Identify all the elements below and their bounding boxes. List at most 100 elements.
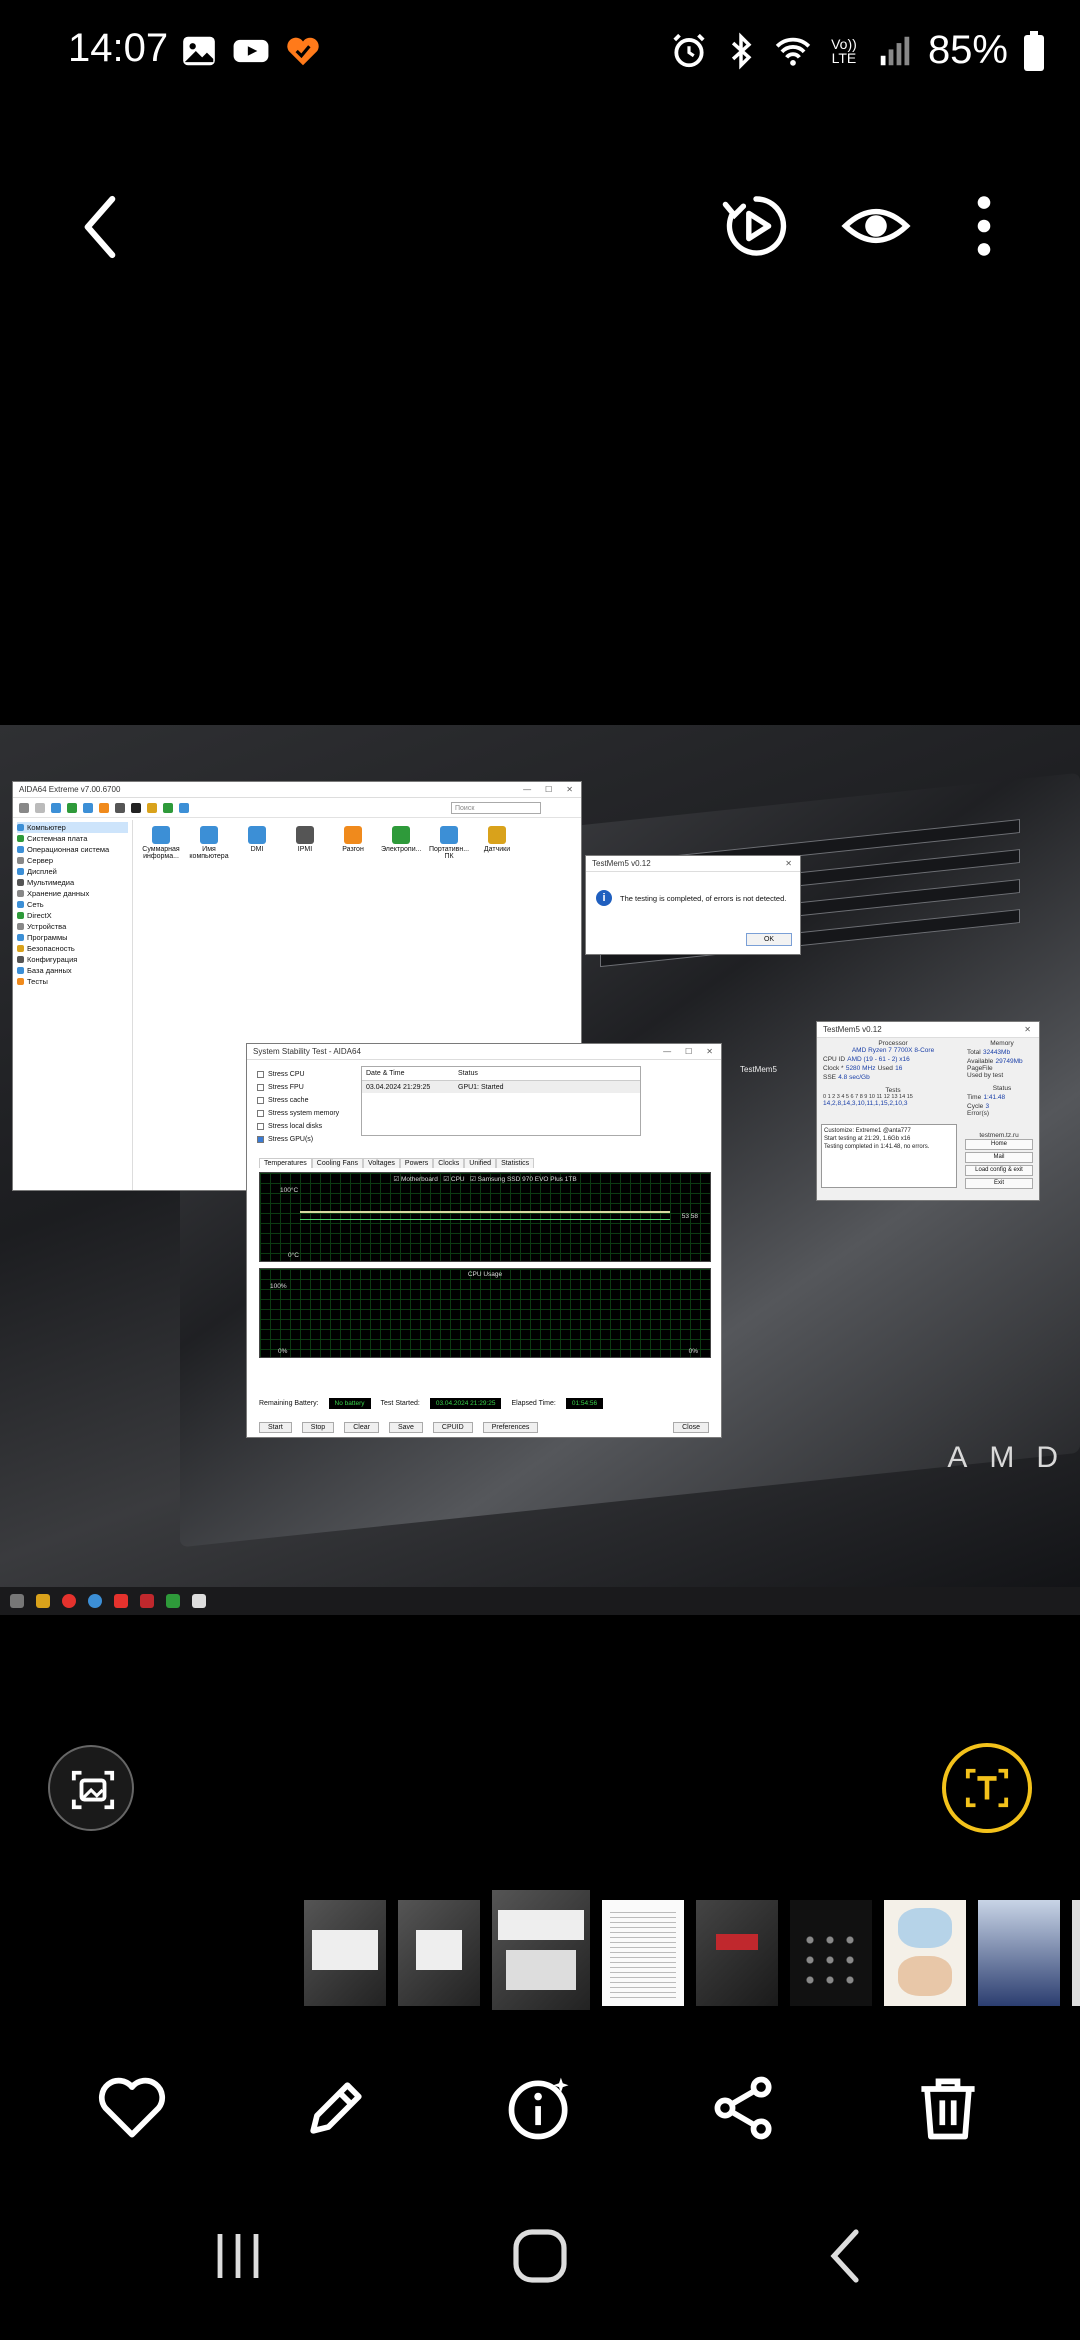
tree-item[interactable]: Операционная система (17, 844, 128, 855)
start-button[interactable]: Start (259, 1422, 292, 1433)
stress-checkbox[interactable]: Stress FPU (257, 1081, 367, 1094)
back-icon[interactable] (70, 192, 130, 262)
gauge-icon[interactable] (147, 802, 157, 813)
tree-item[interactable]: Хранение данных (17, 888, 128, 899)
close-icon[interactable]: ✕ (785, 859, 792, 868)
legend-item[interactable]: ☑ Motherboard (393, 1176, 438, 1183)
tree-item[interactable]: Компьютер (17, 822, 128, 833)
home-icon[interactable] (510, 2226, 570, 2286)
legend-item[interactable]: ☑ CPU (443, 1176, 464, 1183)
tab-cooling-fans[interactable]: Cooling Fans (311, 1158, 364, 1168)
aida-category-icon[interactable]: Электропи... (381, 826, 421, 860)
tree-item[interactable]: Системная плата (17, 833, 128, 844)
taskbar-icon[interactable] (10, 1594, 24, 1608)
checkbox-box[interactable] (257, 1136, 264, 1143)
user-icon[interactable] (115, 802, 125, 813)
preferences-button[interactable]: Preferences (482, 1422, 539, 1433)
close-icon[interactable]: ✕ (1024, 1025, 1031, 1034)
tree-item[interactable]: База данных (17, 965, 128, 976)
tree-item[interactable]: Программы (17, 932, 128, 943)
exit-button[interactable]: Exit (965, 1178, 1033, 1189)
aida-category-icon[interactable]: Имя компьютера (189, 826, 229, 860)
save-button[interactable]: Save (388, 1422, 423, 1433)
checkbox-box[interactable] (257, 1071, 264, 1078)
taskbar-icon[interactable] (62, 1594, 76, 1608)
remaster-play-icon[interactable] (720, 190, 792, 262)
checkbox-box[interactable] (257, 1084, 264, 1091)
recents-icon[interactable] (208, 2226, 268, 2286)
tab-voltages[interactable]: Voltages (363, 1158, 400, 1168)
close-button[interactable]: Close (673, 1422, 709, 1433)
network-icon[interactable] (83, 802, 93, 813)
stress-checkbox[interactable]: Stress cache (257, 1094, 367, 1107)
minimize-icon[interactable]: — (663, 1047, 671, 1056)
thumbnail[interactable] (696, 1900, 778, 2006)
board-icon[interactable] (67, 802, 77, 813)
aida-category-icon[interactable]: DMI (237, 826, 277, 860)
taskbar-icon[interactable] (114, 1594, 128, 1608)
close-icon[interactable]: ✕ (566, 785, 573, 794)
table-row[interactable]: 03.04.2024 21:29:25 GPU1: Started (362, 1081, 640, 1093)
flame-icon[interactable] (99, 802, 109, 813)
image-scan-button[interactable] (48, 1745, 134, 1831)
aida-category-icon[interactable]: Портативн... ПК (429, 826, 469, 860)
tree-item[interactable]: DirectX (17, 910, 128, 921)
aida-category-icon[interactable]: Разгон (333, 826, 373, 860)
trash-icon[interactable] (910, 2070, 986, 2146)
thumbnail[interactable] (304, 1900, 386, 2006)
text-extract-button[interactable] (942, 1743, 1032, 1833)
aida-category-icon[interactable]: IPMI (285, 826, 325, 860)
clear-button[interactable]: Clear (344, 1422, 379, 1433)
taskbar-icon[interactable] (140, 1594, 154, 1608)
back-nav-icon[interactable] (816, 2226, 876, 2286)
taskbar-icon[interactable] (88, 1594, 102, 1608)
tab-unified[interactable]: Unified (464, 1158, 497, 1168)
tab-powers[interactable]: Powers (399, 1158, 434, 1168)
aida-category-icon[interactable]: Датчики (477, 826, 517, 860)
tree-item[interactable]: Устройства (17, 921, 128, 932)
thumbnail[interactable] (884, 1900, 966, 2006)
thumbnail[interactable] (398, 1900, 480, 2006)
stress-checkbox[interactable]: Stress CPU (257, 1068, 367, 1081)
checkbox-box[interactable] (257, 1123, 264, 1130)
ok-button[interactable]: OK (746, 933, 792, 946)
close-icon[interactable]: ✕ (706, 1047, 713, 1056)
taskbar-icon[interactable] (166, 1594, 180, 1608)
stress-checkbox[interactable]: Stress local disks (257, 1120, 367, 1133)
tree-item[interactable]: Конфигурация (17, 954, 128, 965)
maximize-icon[interactable]: ☐ (685, 1047, 692, 1056)
checkbox-box[interactable] (257, 1110, 264, 1117)
taskbar-icon[interactable] (192, 1594, 206, 1608)
tree-item[interactable]: Сеть (17, 899, 128, 910)
more-icon[interactable] (948, 190, 1020, 262)
mail-button[interactable]: Mail (965, 1152, 1033, 1163)
heart-icon[interactable] (94, 2070, 170, 2146)
tree-item[interactable]: Сервер (17, 855, 128, 866)
tree-item[interactable]: Тесты (17, 976, 128, 987)
download-icon[interactable] (163, 802, 173, 813)
thumbnail[interactable] (978, 1900, 1060, 2006)
aida-category-icon[interactable]: Суммарная информа... (141, 826, 181, 860)
edit-icon[interactable] (298, 2070, 374, 2146)
stress-checkbox[interactable]: Stress system memory (257, 1107, 367, 1120)
taskbar-icon[interactable] (36, 1594, 50, 1608)
info-icon[interactable] (502, 2070, 578, 2146)
tree-item[interactable]: Мультимедиа (17, 877, 128, 888)
home-button[interactable]: Home (965, 1139, 1033, 1150)
thumbnail[interactable] (790, 1900, 872, 2006)
tree-item[interactable]: Дисплей (17, 866, 128, 877)
memory-icon[interactable] (51, 802, 61, 813)
legend-item[interactable]: ☑ Samsung SSD 970 EVO Plus 1TB (470, 1176, 577, 1183)
photo-viewer-image[interactable]: AMD AIDA64 Extreme v7.00.6700 — ☐ ✕ Поиск … (0, 725, 1080, 1615)
thumbnail-current[interactable] (492, 1890, 590, 2010)
report-icon[interactable] (35, 802, 45, 813)
load-config-button[interactable]: Load config & exit (965, 1165, 1033, 1176)
cpuid-button[interactable]: CPUID (432, 1422, 473, 1433)
thumbnail[interactable] (1072, 1900, 1080, 2006)
checkbox-box[interactable] (257, 1097, 264, 1104)
search-icon[interactable] (179, 802, 189, 813)
minimize-icon[interactable]: — (523, 785, 531, 794)
tab-clocks[interactable]: Clocks (433, 1158, 465, 1168)
tree-item[interactable]: Безопасность (17, 943, 128, 954)
stop-button[interactable]: Stop (301, 1422, 335, 1433)
